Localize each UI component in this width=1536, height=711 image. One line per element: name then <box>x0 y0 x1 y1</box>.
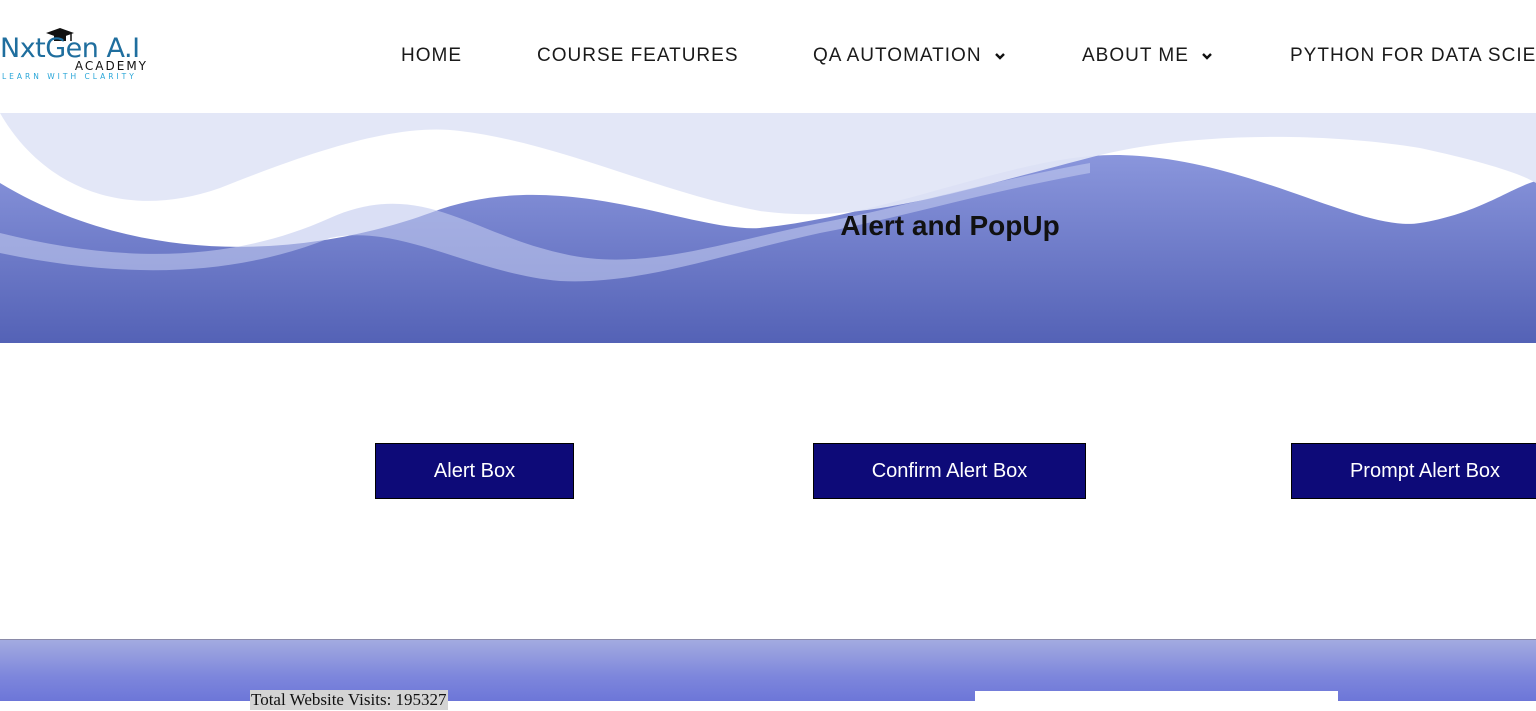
nav-item-about-me[interactable]: ABOUT ME <box>1082 44 1213 68</box>
hero-banner: Alert and PopUp <box>0 113 1536 343</box>
nav-item-label: ABOUT ME <box>1082 45 1189 66</box>
nav-item-course-features[interactable]: COURSE FEATURES <box>537 44 739 68</box>
chevron-down-icon <box>1202 53 1213 60</box>
footer-widget-box <box>975 691 1338 711</box>
page-title: Alert and PopUp <box>840 210 1060 241</box>
site-footer: Total Website Visits: 195327 <box>0 639 1536 711</box>
nav-item-qa-automation[interactable]: QA AUTOMATION <box>813 44 1006 68</box>
nav-item-python-for-data-science[interactable]: PYTHON FOR DATA SCIE <box>1290 44 1536 68</box>
site-header: NxtGen A.I ACADEMY LEARN WITH CLARITY HO… <box>0 0 1536 114</box>
prompt-alert-box-button[interactable]: Prompt Alert Box <box>1291 443 1536 499</box>
nav-item-label: QA AUTOMATION <box>813 45 982 66</box>
nav-item-label: PYTHON FOR DATA SCIE <box>1290 45 1536 66</box>
nav-item-label: HOME <box>401 45 462 66</box>
alert-box-button[interactable]: Alert Box <box>375 443 574 499</box>
main-navigation: HOME COURSE FEATURES QA AUTOMATION ABOUT… <box>0 0 1536 113</box>
website-visits-counter: Total Website Visits: 195327 <box>250 690 448 710</box>
prompt-alert-box-label: Prompt Alert Box <box>1349 459 1501 482</box>
chevron-down-icon <box>994 53 1005 60</box>
nav-item-label: COURSE FEATURES <box>537 45 739 66</box>
nav-item-home[interactable]: HOME <box>401 44 462 68</box>
confirm-alert-box-button[interactable]: Confirm Alert Box <box>813 443 1086 499</box>
